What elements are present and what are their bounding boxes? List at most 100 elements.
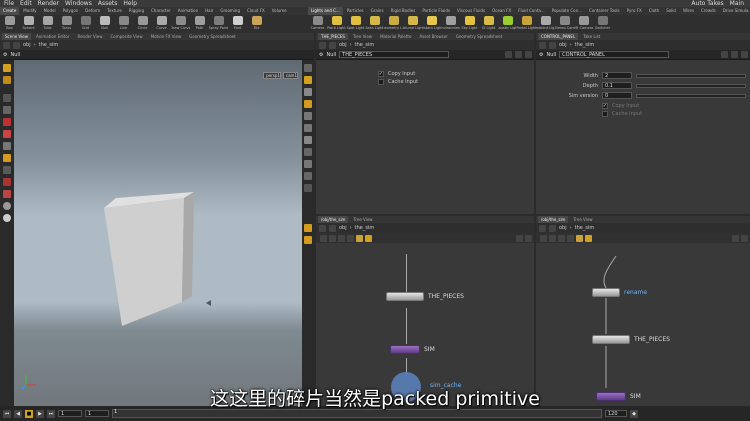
shelf-tab-texture[interactable]: Texture xyxy=(104,7,125,15)
shelf-tab-drive-simula[interactable]: Drive Simula... xyxy=(720,7,750,15)
shelf-tool-circle[interactable]: Circle xyxy=(133,16,152,30)
align-icon[interactable] xyxy=(347,234,354,242)
grid-icon[interactable] xyxy=(329,234,336,242)
shelf-tool-sky-light[interactable]: Sky Light xyxy=(460,16,479,30)
shelf-tab-polygon[interactable]: Polygon xyxy=(60,7,82,15)
path-node[interactable]: the_sim xyxy=(39,42,59,48)
shelf-tab-populate-con[interactable]: Populate Con... xyxy=(549,7,585,15)
display-normals-icon[interactable] xyxy=(304,124,312,132)
shelf-tab-rigging[interactable]: Rigging xyxy=(126,7,147,15)
shelf-tool-spot-light[interactable]: Spot Light xyxy=(346,16,365,30)
shelf-tool-camera[interactable]: Camera xyxy=(308,16,327,30)
shading-icon[interactable] xyxy=(304,88,312,96)
node-sim[interactable]: SIM xyxy=(390,345,435,354)
shelf-tab-rigid-bodies[interactable]: Rigid Bodies xyxy=(388,7,419,15)
tab-tree-view[interactable]: Tree View xyxy=(350,33,375,40)
shelf-tool-draw-curve[interactable]: Draw Curve xyxy=(171,16,190,30)
help-icon[interactable] xyxy=(515,51,522,58)
pose-tool-icon[interactable] xyxy=(3,94,11,102)
shelf-tab-particle-fluids[interactable]: Particle Fluids xyxy=(419,7,453,15)
copy-input-checkbox[interactable]: ✓ xyxy=(378,71,384,77)
menu-edit[interactable]: Edit xyxy=(20,0,32,7)
tab-composite-view[interactable]: Composite View xyxy=(108,33,146,40)
shelf-tool-grid[interactable]: Grid xyxy=(76,16,95,30)
layout-icon[interactable] xyxy=(338,234,345,242)
help-icon[interactable] xyxy=(516,234,523,242)
grid-icon[interactable] xyxy=(304,184,312,192)
shelf-tab-ocean-fx[interactable]: Ocean FX xyxy=(489,7,514,15)
shelf-tool-torus[interactable]: Torus xyxy=(57,16,76,30)
shelf-tool-point-light[interactable]: Point Light xyxy=(327,16,346,30)
magnet-icon[interactable] xyxy=(3,190,11,198)
tab-render-view[interactable]: Render View xyxy=(74,33,105,40)
tab-geometry-spreadsheet[interactable]: Geometry Spreadsheet xyxy=(453,33,505,40)
info-icon[interactable] xyxy=(741,51,748,58)
wireframe-icon[interactable] xyxy=(304,160,312,168)
forward-icon[interactable] xyxy=(329,41,336,49)
snap-icon[interactable] xyxy=(304,224,312,232)
tab-tree-view[interactable]: Tree View xyxy=(350,216,375,223)
width-slider[interactable] xyxy=(636,73,746,78)
node-the-pieces[interactable]: THE_PIECES xyxy=(386,292,464,301)
cache-input-checkbox[interactable] xyxy=(602,111,608,117)
desktop-select[interactable]: Main xyxy=(730,0,744,7)
shelf-tab-particles[interactable]: Particles xyxy=(344,7,367,15)
shelf-tool-gi-light[interactable]: GI Light xyxy=(479,16,498,30)
menu-render[interactable]: Render xyxy=(38,0,59,7)
shelf-tool-spray-paint[interactable]: Spray Paint xyxy=(209,16,228,30)
node-rename[interactable]: rename xyxy=(592,288,647,297)
node-the-pieces[interactable]: THE_PIECES xyxy=(592,335,670,344)
back-icon[interactable] xyxy=(319,224,326,232)
forward-icon[interactable] xyxy=(329,224,336,232)
path-node[interactable]: the_sim xyxy=(355,225,375,231)
render-region-icon[interactable] xyxy=(3,202,11,210)
sticky-note-icon[interactable] xyxy=(356,234,363,242)
shelf-tool-sphere[interactable]: Sphere xyxy=(19,16,38,30)
shelf-tool-area-light[interactable]: Area Light xyxy=(365,16,384,30)
shelf-tab-grooming[interactable]: Grooming xyxy=(217,7,243,15)
tab-animation-editor[interactable]: Animation Editor xyxy=(33,33,73,40)
shelf-tab-model[interactable]: Model xyxy=(41,7,59,15)
shelf-tool-switcher[interactable]: Switcher xyxy=(593,16,612,30)
back-icon[interactable] xyxy=(3,41,10,49)
sim-version-field[interactable]: 0 xyxy=(602,92,632,99)
view-tool-icon[interactable] xyxy=(3,76,11,84)
current-frame-field[interactable]: 1 xyxy=(58,410,82,417)
object-select-icon[interactable] xyxy=(3,154,11,162)
help-icon[interactable] xyxy=(731,51,738,58)
tab-take-list[interactable]: Take List xyxy=(580,33,603,40)
dynamics-icon[interactable] xyxy=(3,178,11,186)
start-frame-field[interactable]: 1 xyxy=(85,410,109,417)
forward-icon[interactable] xyxy=(549,41,556,49)
path-node[interactable]: the_sim xyxy=(575,42,595,48)
shelf-tab-cloth[interactable]: Cloth xyxy=(646,7,662,15)
shelf-tab-fluid-conta[interactable]: Fluid Conta... xyxy=(515,7,547,15)
forward-icon[interactable] xyxy=(13,41,20,49)
lighting-icon[interactable] xyxy=(304,100,312,108)
depth-slider[interactable] xyxy=(636,83,746,88)
shelf-tab-pyro-fx[interactable]: Pyro FX xyxy=(624,7,645,15)
menu-assets[interactable]: Assets xyxy=(98,0,118,7)
geometry-select-icon[interactable] xyxy=(3,166,11,174)
shelf-tool-volume-light[interactable]: Volume Light xyxy=(403,16,422,30)
shelf-tool-curve[interactable]: Curve xyxy=(152,16,171,30)
tab-asset-browser[interactable]: Asset Browser xyxy=(416,33,450,40)
handle-tool-icon[interactable] xyxy=(3,142,11,150)
shelf-tab-viscous-fluids[interactable]: Viscous Fluids xyxy=(454,7,488,15)
copy-input-checkbox[interactable]: ✓ xyxy=(602,103,608,109)
path-context[interactable]: obj xyxy=(23,42,31,48)
width-field[interactable]: 2 xyxy=(602,72,632,79)
ghost-icon[interactable] xyxy=(304,136,312,144)
shelf-tool-line[interactable]: Line xyxy=(114,16,133,30)
path-node[interactable]: the_sim xyxy=(355,42,375,48)
shelf-tab-wires[interactable]: Wires xyxy=(680,7,697,15)
3d-viewport[interactable]: persp1 cam1 xyxy=(14,60,302,406)
node-name-field[interactable]: THE_PIECES xyxy=(339,51,450,58)
shelf-tab-cloud-fx[interactable]: Cloud FX xyxy=(244,7,268,15)
shelf-tab-volume[interactable]: Volume xyxy=(269,7,290,15)
rotate-tool-icon[interactable] xyxy=(3,118,11,126)
shelf-tool-font[interactable]: Font xyxy=(228,16,247,30)
info-icon[interactable] xyxy=(525,51,532,58)
shelf-tool-distant-light[interactable]: Distant Light xyxy=(422,16,441,30)
shelf-tab-lights-and-c[interactable]: Lights and C... xyxy=(308,7,343,15)
